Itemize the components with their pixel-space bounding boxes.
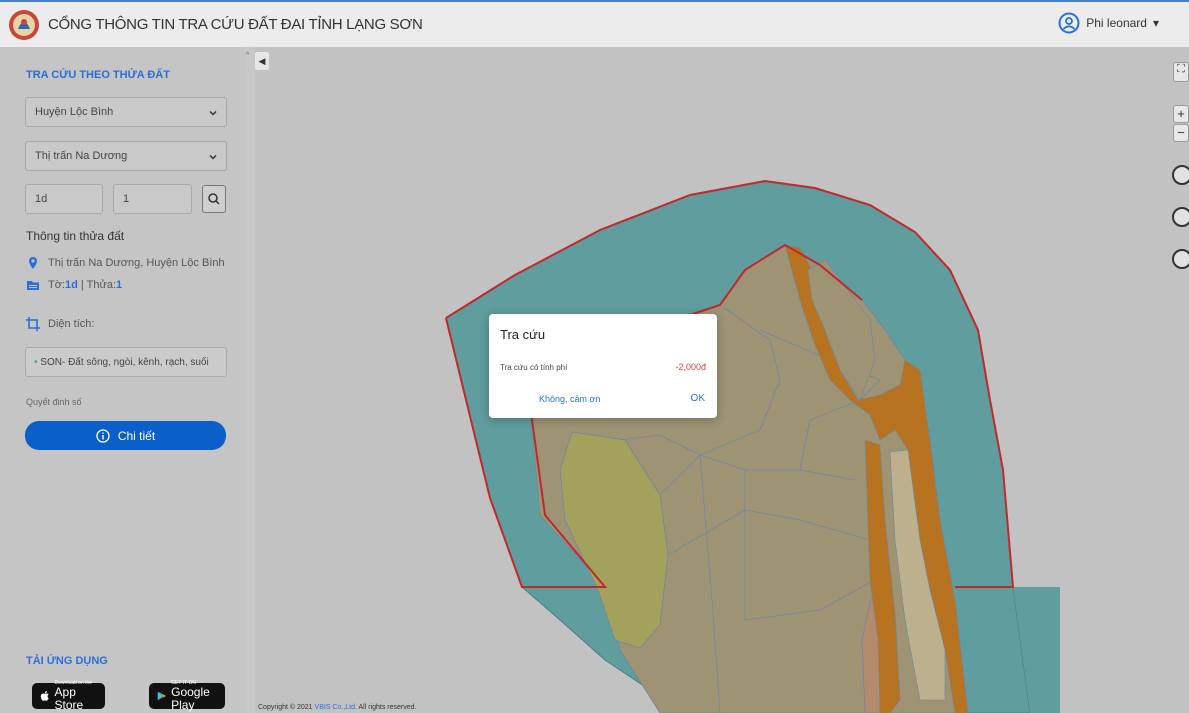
detail-button[interactable]: Chi tiết xyxy=(25,421,226,450)
chevron-down-icon xyxy=(209,154,217,160)
stack-layers-icon[interactable] xyxy=(1172,207,1189,227)
info-icon xyxy=(96,428,110,443)
sidebar: TRA CỨU THEO THỬA ĐẤT Huyện Lộc Bình Thị… xyxy=(0,47,246,713)
user-name: Phi leonard xyxy=(1086,16,1147,30)
fullscreen-button[interactable]: ⛶ xyxy=(1173,62,1189,82)
map-canvas[interactable]: ⛶ + − xyxy=(255,47,1189,713)
parcel-value: 1 xyxy=(116,279,123,291)
lookup-section-title: TRA CỨU THEO THỬA ĐẤT xyxy=(26,69,170,81)
map-sheet-input[interactable]: 1d xyxy=(25,184,103,214)
decline-button[interactable]: Không, cảm ơn xyxy=(539,394,600,404)
google-play-text: Google Play xyxy=(171,685,210,712)
decision-label: Quyết định số xyxy=(26,397,82,407)
parcel-address-row: Thị trấn Na Dương, Huyện Lộc Bình xyxy=(26,256,225,270)
copyright-suffix: . All rights reserved. xyxy=(355,704,417,711)
district-select[interactable]: Huyện Lộc Bình xyxy=(25,97,227,127)
parcel-label: | Thửa: xyxy=(80,279,116,291)
zoom-in-button[interactable]: + xyxy=(1173,105,1189,123)
collapse-sidebar-button[interactable]: ◀ xyxy=(255,52,269,70)
commune-select-value: Thị trấn Na Dương xyxy=(35,150,128,162)
province-logo xyxy=(9,10,39,40)
parcel-sheet-row: Tờ:1d | Thửa:1 xyxy=(26,278,122,292)
apple-icon xyxy=(40,690,49,701)
parcel-info-title: Thông tin thửa đất xyxy=(26,229,125,243)
app-store-text: App Store xyxy=(54,685,84,712)
chevron-down-icon: ▾ xyxy=(1152,16,1159,30)
fee-label: Tra cứu có tính phí xyxy=(500,363,568,372)
site-title: CỔNG THÔNG TIN TRA CỨU ĐẤT ĐAI TỈNH LẠNG… xyxy=(48,16,423,33)
land-type-text: SON- Đất sông, ngòi, kênh, rạch, suối xyxy=(40,357,209,368)
location-pin-icon xyxy=(29,257,37,269)
ok-button[interactable]: OK xyxy=(691,393,705,404)
copyright-prefix: Copyright © 2021 xyxy=(258,704,313,711)
search-icon xyxy=(208,193,220,205)
header-bar: CỔNG THÔNG TIN TRA CỨU ĐẤT ĐAI TỈNH LẠNG… xyxy=(0,0,1189,47)
commune-select[interactable]: Thị trấn Na Dương xyxy=(25,141,227,171)
locate-icon[interactable] xyxy=(1172,249,1189,269)
crop-area-icon xyxy=(26,317,40,331)
sheet-value: 1d xyxy=(65,279,78,291)
sidebar-scroll-up[interactable]: ^ xyxy=(246,52,254,62)
google-play-icon xyxy=(157,691,166,701)
parcel-address: Thị trấn Na Dương, Huyện Lộc Bình xyxy=(48,257,225,269)
parcel-area-row: Diện tích: xyxy=(26,317,94,331)
user-avatar-icon xyxy=(1058,12,1080,34)
copyright-footer: Copyright © 2021 VBIS Co.,Ltd. All right… xyxy=(258,704,416,711)
map-layers-icon[interactable] xyxy=(1172,165,1189,185)
chevron-down-icon xyxy=(209,110,217,116)
land-type-badge: • SON- Đất sông, ngòi, kênh, rạch, suối xyxy=(25,347,227,377)
sheet-label: Tờ: xyxy=(48,279,65,291)
parcel-number-input[interactable]: 1 xyxy=(113,184,192,214)
folder-icon xyxy=(27,281,39,290)
app-store-button[interactable]: Download on the App Store xyxy=(32,680,105,712)
zoom-out-button[interactable]: − xyxy=(1173,124,1189,142)
google-play-button[interactable]: GET IT ON Google Play xyxy=(149,680,225,712)
area-label: Diện tích: xyxy=(48,318,95,330)
detail-button-label: Chi tiết xyxy=(117,428,156,443)
parcel-map xyxy=(445,179,1060,713)
fee-value: -2,000đ xyxy=(675,362,706,372)
dialog-title: Tra cứu xyxy=(500,327,546,342)
district-select-value: Huyện Lộc Bình xyxy=(35,106,114,118)
download-app-title: TẢI ỨNG DỤNG xyxy=(26,655,108,667)
company-link[interactable]: VBIS Co.,Ltd xyxy=(315,704,355,711)
user-menu[interactable]: Phi leonard ▾ xyxy=(1058,12,1159,34)
lookup-fee-dialog: Tra cứu Tra cứu có tính phí -2,000đ Khôn… xyxy=(489,314,717,418)
search-button[interactable] xyxy=(202,185,226,213)
